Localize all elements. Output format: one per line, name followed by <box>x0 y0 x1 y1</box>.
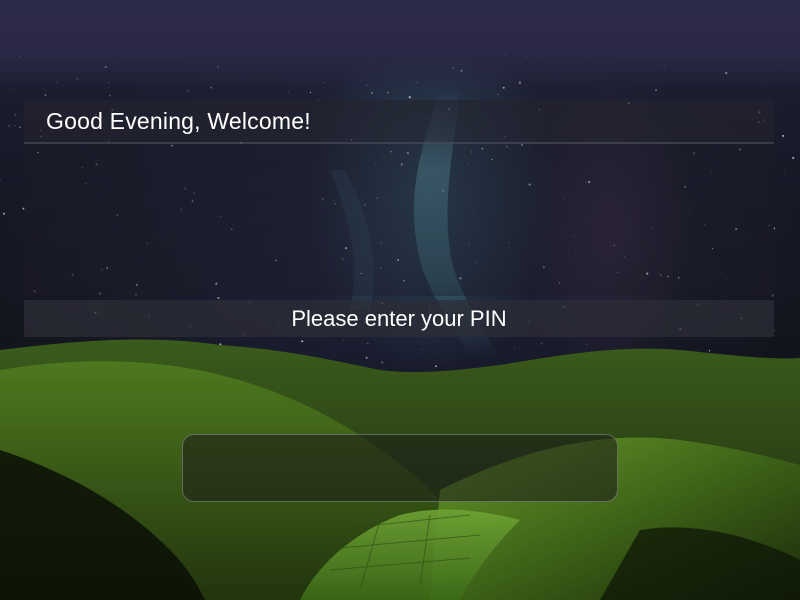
top-bar <box>0 0 800 90</box>
lock-screen: Good Evening, Welcome! Please enter your… <box>0 0 800 600</box>
greeting-title: Good Evening, Welcome! <box>46 108 311 134</box>
pin-input[interactable] <box>182 434 618 502</box>
pin-prompt: Please enter your PIN <box>291 306 507 331</box>
